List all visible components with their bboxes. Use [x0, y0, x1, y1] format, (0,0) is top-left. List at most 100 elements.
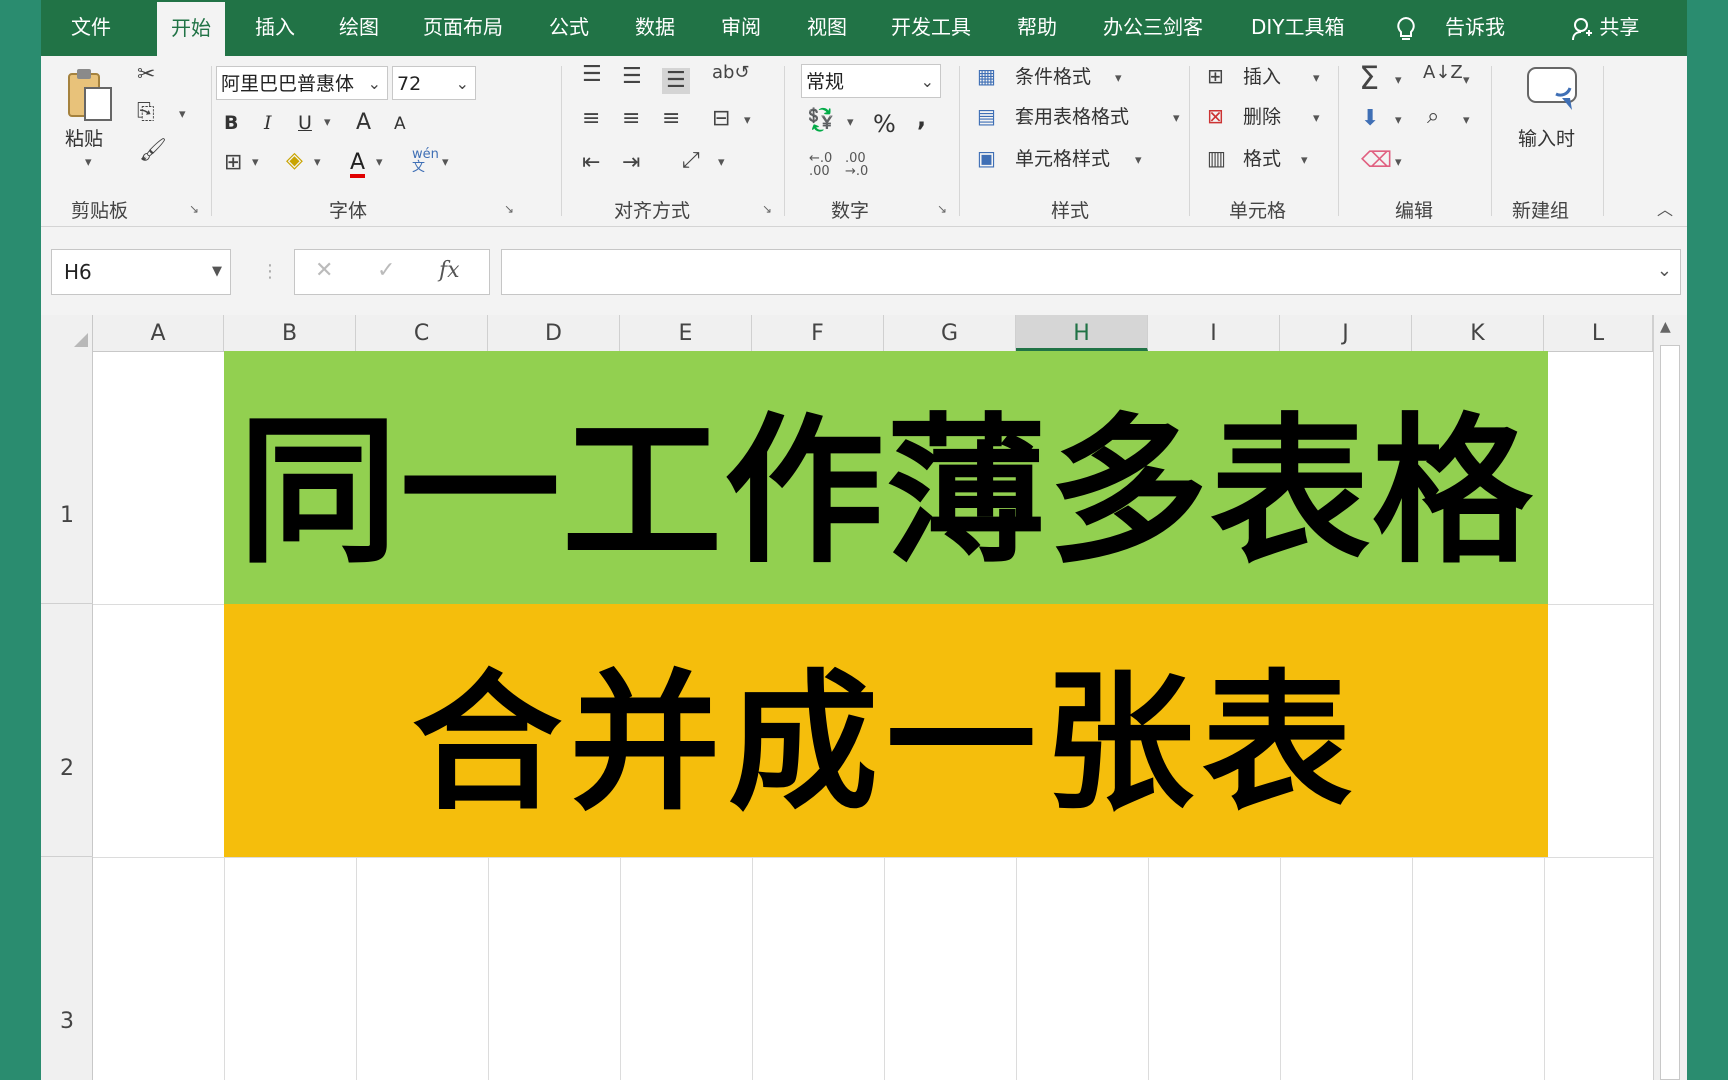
comma-button[interactable]: ,	[917, 106, 926, 130]
cancel-icon[interactable]: ✕	[315, 258, 333, 283]
italic-button[interactable]: I	[264, 114, 272, 133]
merged-cell-subtitle[interactable]: 合并成一张表	[224, 604, 1548, 857]
copy-icon[interactable]: ⎘	[137, 102, 155, 124]
tab-help[interactable]: 帮助	[1017, 0, 1057, 56]
sort-filter-icon[interactable]: A↓Z	[1423, 64, 1463, 82]
font-color-dropdown-icon[interactable]: ▾	[376, 156, 383, 169]
alignment-launcher-icon[interactable]: ↘	[762, 202, 772, 216]
tab-insert[interactable]: 插入	[255, 0, 295, 56]
paste-button[interactable]: 粘贴 ▾	[61, 66, 121, 169]
tab-home[interactable]: 开始	[157, 2, 225, 56]
underline-dropdown-icon[interactable]: ▾	[324, 116, 331, 129]
tab-page-layout[interactable]: 页面布局	[423, 0, 503, 56]
clear-eraser-icon[interactable]: ⌫	[1361, 150, 1392, 172]
format-painter-icon[interactable]: 🖌	[139, 140, 167, 162]
underline-button[interactable]: U	[298, 114, 312, 133]
column-header-k[interactable]: K	[1412, 315, 1544, 351]
align-left-icon[interactable]: ≡	[582, 108, 600, 130]
border-icon[interactable]: ⊞	[224, 152, 242, 174]
tab-data[interactable]: 数据	[635, 0, 675, 56]
expand-formula-icon[interactable]: ⌄	[1657, 260, 1672, 281]
formula-bar-grip-icon[interactable]: ⋮	[261, 261, 279, 282]
phonetic-icon[interactable]: wén 文	[412, 148, 439, 174]
fill-icon[interactable]: ⬇	[1361, 108, 1379, 130]
font-launcher-icon[interactable]: ↘	[504, 202, 514, 216]
find-select-icon[interactable]: ⌕	[1427, 106, 1439, 128]
font-size-select[interactable]: 72 ⌄	[392, 66, 476, 100]
font-color-button[interactable]: A	[350, 152, 366, 178]
insert-function-button[interactable]: fx	[439, 258, 460, 283]
row-header-3[interactable]: 3	[41, 857, 93, 1080]
fill-color-icon[interactable]: ◈	[286, 150, 303, 172]
tab-developer[interactable]: 开发工具	[891, 0, 971, 56]
find-dropdown-icon[interactable]: ▾	[1463, 114, 1470, 127]
column-header-c[interactable]: C	[356, 315, 488, 351]
sort-dropdown-icon[interactable]: ▾	[1463, 74, 1470, 87]
clipboard-launcher-icon[interactable]: ↘	[189, 202, 199, 216]
decrease-decimal-icon[interactable]: .00 →.0	[845, 152, 868, 178]
scroll-up-icon[interactable]: ▲	[1660, 319, 1671, 335]
enter-icon[interactable]: ✓	[377, 258, 395, 283]
accounting-format-icon[interactable]: 💱	[807, 110, 834, 132]
autosum-icon[interactable]: Σ	[1359, 62, 1379, 94]
autosum-dropdown-icon[interactable]: ▾	[1395, 74, 1402, 87]
column-header-g[interactable]: G	[884, 315, 1016, 351]
accounting-dropdown-icon[interactable]: ▾	[847, 116, 854, 129]
align-bottom-icon[interactable]: ☰	[662, 68, 690, 94]
column-header-d[interactable]: D	[488, 315, 620, 351]
tab-draw[interactable]: 绘图	[339, 0, 379, 56]
row-header-1[interactable]: 1	[41, 351, 93, 604]
tell-me-label[interactable]: 告诉我	[1445, 0, 1505, 56]
collapse-ribbon-icon[interactable]: ︿	[1657, 202, 1673, 218]
cell-area[interactable]: 同一工作薄多表格 合并成一张表	[93, 351, 1653, 1080]
merge-dropdown-icon[interactable]: ▾	[744, 114, 751, 127]
fill-dropdown-icon[interactable]: ▾	[314, 156, 321, 169]
input-on-type-button[interactable]: 输入时	[1514, 64, 1594, 174]
column-header-j[interactable]: J	[1280, 315, 1412, 351]
column-header-b[interactable]: B	[224, 315, 356, 351]
font-name-select[interactable]: 阿里巴巴普惠体 ⌄	[216, 66, 388, 100]
formula-input[interactable]: ⌄	[501, 249, 1681, 295]
select-all-button[interactable]	[41, 315, 93, 351]
insert-cells-button[interactable]: ⊞ 插入 ▾	[1207, 66, 1320, 87]
clear-dropdown-icon[interactable]: ▾	[1395, 156, 1402, 169]
tab-formulas[interactable]: 公式	[549, 0, 589, 56]
tab-diy-toolbox[interactable]: DIY工具箱	[1251, 0, 1345, 56]
tab-view[interactable]: 视图	[807, 0, 847, 56]
row-header-2[interactable]: 2	[41, 604, 93, 857]
conditional-formatting-button[interactable]: ▦ 条件格式 ▾	[977, 66, 1122, 87]
fill-dropdown-icon[interactable]: ▾	[1395, 114, 1402, 127]
bold-button[interactable]: B	[224, 114, 238, 133]
align-top-icon[interactable]: ☰	[582, 64, 602, 86]
increase-font-button[interactable]: A	[356, 112, 371, 134]
align-center-icon[interactable]: ≡	[622, 108, 640, 130]
column-header-e[interactable]: E	[620, 315, 752, 351]
column-header-a[interactable]: A	[93, 315, 224, 351]
text-direction-icon[interactable]: ⤢	[682, 150, 700, 172]
text-direction-dropdown-icon[interactable]: ▾	[718, 156, 725, 169]
vertical-scrollbar[interactable]: ▲	[1653, 315, 1687, 1080]
number-launcher-icon[interactable]: ↘	[937, 202, 947, 216]
format-as-table-button[interactable]: ▤ 套用表格格式 ▾	[977, 106, 1180, 127]
delete-cells-button[interactable]: ⊠ 删除 ▾	[1207, 106, 1320, 127]
merged-cell-title[interactable]: 同一工作薄多表格	[224, 351, 1548, 604]
decrease-indent-icon[interactable]: ⇤	[582, 152, 600, 174]
tab-office-tools[interactable]: 办公三剑客	[1103, 0, 1203, 56]
number-format-select[interactable]: 常规 ⌄	[801, 64, 941, 98]
increase-indent-icon[interactable]: ⇥	[622, 152, 640, 174]
lightbulb-icon[interactable]	[1395, 0, 1417, 56]
share-button[interactable]: 共享	[1571, 0, 1639, 56]
format-cells-button[interactable]: ▥ 格式 ▾	[1207, 148, 1308, 169]
align-right-icon[interactable]: ≡	[662, 108, 680, 130]
column-header-i[interactable]: I	[1148, 315, 1280, 351]
column-header-h[interactable]: H	[1016, 315, 1148, 351]
cell-styles-button[interactable]: ▣ 单元格样式 ▾	[977, 148, 1142, 169]
cut-icon[interactable]: ✂	[137, 64, 155, 86]
merge-center-icon[interactable]: ⊟	[712, 108, 730, 130]
scroll-thumb[interactable]	[1660, 345, 1680, 1080]
column-header-l[interactable]: L	[1544, 315, 1653, 351]
align-middle-icon[interactable]: ☰	[622, 66, 642, 88]
tab-file[interactable]: 文件	[71, 0, 111, 56]
orientation-icon[interactable]: ab↺	[712, 64, 750, 82]
name-box[interactable]: H6 ▼	[51, 249, 231, 295]
